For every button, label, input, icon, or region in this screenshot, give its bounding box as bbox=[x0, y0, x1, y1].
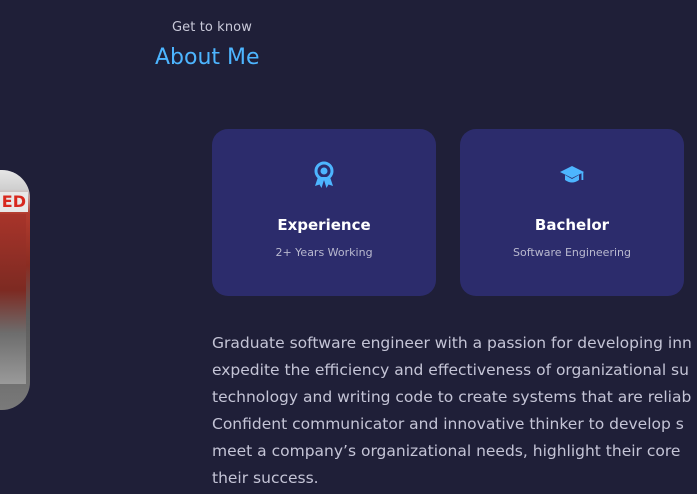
profile-photo: ED bbox=[0, 170, 30, 410]
bio-line: technology and writing code to create sy… bbox=[212, 388, 692, 406]
experience-card: Experience 2+ Years Working bbox=[212, 129, 436, 296]
award-icon bbox=[311, 161, 337, 189]
section-title: About Me bbox=[155, 45, 260, 70]
graduation-cap-icon bbox=[559, 161, 585, 189]
education-subtitle: Software Engineering bbox=[513, 246, 631, 259]
bio-line: expedite the efficiency and effectivenes… bbox=[212, 361, 689, 379]
experience-subtitle: 2+ Years Working bbox=[275, 246, 373, 259]
education-card: Bachelor Software Engineering bbox=[460, 129, 684, 296]
experience-title: Experience bbox=[277, 216, 371, 234]
section-eyebrow: Get to know bbox=[172, 20, 252, 35]
photo-building-column bbox=[0, 214, 26, 384]
bio-line: their success. bbox=[212, 469, 319, 487]
bio-line: Confident communicator and innovative th… bbox=[212, 415, 684, 433]
bio-line: meet a company’s organizational needs, h… bbox=[212, 442, 681, 460]
photo-sign-text: ED bbox=[0, 192, 28, 212]
bio-line: Graduate software engineer with a passio… bbox=[212, 334, 692, 352]
about-section: Get to know About Me ED Experience 2+ Ye… bbox=[0, 0, 697, 494]
bio-paragraph: Graduate software engineer with a passio… bbox=[212, 330, 697, 492]
education-title: Bachelor bbox=[534, 216, 610, 234]
